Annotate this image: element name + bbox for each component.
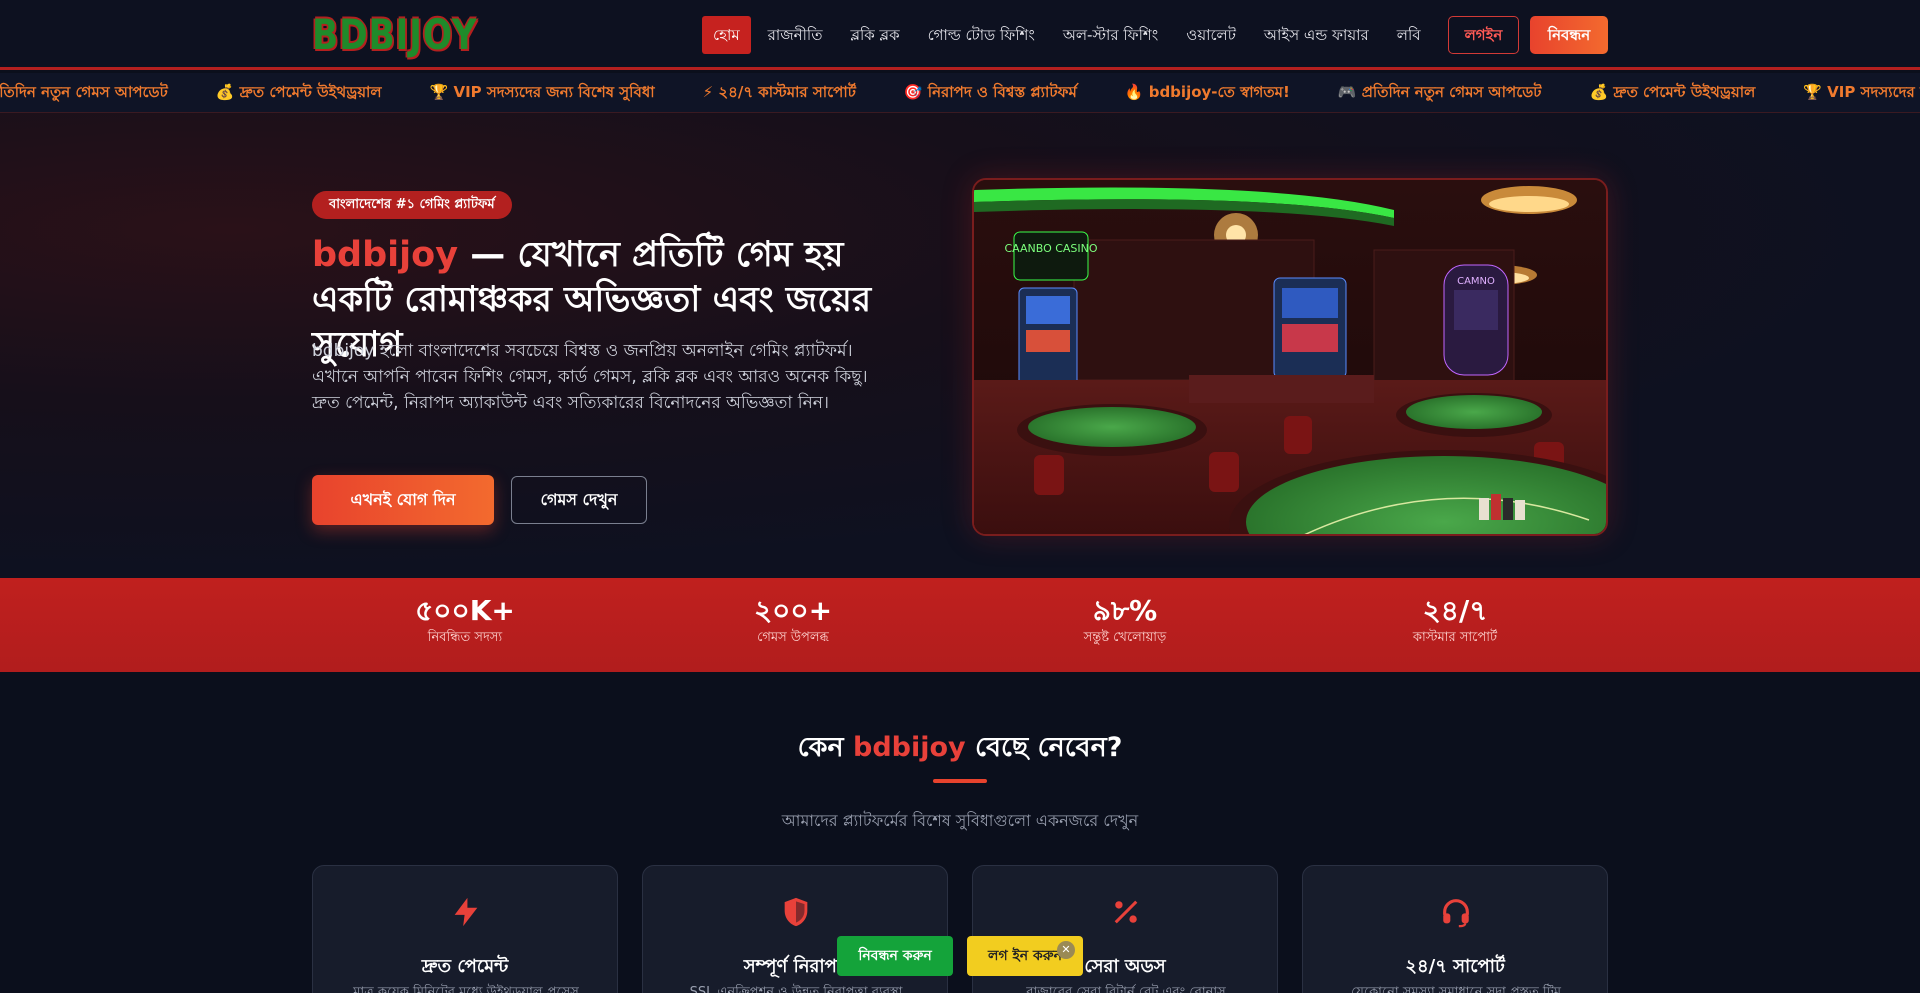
feature-card-support: ২৪/৭ সাপোর্ট যেকোনো সমস্যা সমাধানে সদা প… bbox=[1302, 865, 1608, 993]
nav-item-home[interactable]: হোম bbox=[702, 16, 751, 54]
stat-label: সন্তুষ্ট খেলোয়াড় bbox=[1083, 630, 1167, 645]
feature-card-desc: বাজারের সেরা রিটার্ন রেট এবং বোনাস bbox=[1026, 985, 1226, 993]
feature-card-desc: যেকোনো সমস্যা সমাধানে সদা প্রস্তুত টিম bbox=[1351, 985, 1561, 993]
sign-text-2: CAMNO bbox=[1457, 276, 1495, 287]
nav-item-ice-and-fire[interactable]: আইস এন্ড ফায়ার bbox=[1253, 16, 1380, 54]
announcement-ticker: প্রতিদিন নতুন গেমস আপডেট 💰 দ্রুত পেমেন্ট… bbox=[0, 73, 1920, 113]
nav-item-lobby[interactable]: লবি bbox=[1386, 16, 1432, 54]
feature-card-title: দ্রুত পেমেন্ট bbox=[421, 956, 509, 977]
ticker-item: প্রতিদিন নতুন গেমস আপডেট bbox=[0, 82, 168, 101]
site-header: BDBIJOY হোম রাজনীতি ব্লকি ব্লক গোল্ড টোড… bbox=[0, 0, 1920, 70]
nav-item-wallet[interactable]: ওয়ালেট bbox=[1175, 16, 1247, 54]
ticker-item: 🔥 bdbijoy-তে স্বাগতম! bbox=[1124, 82, 1290, 101]
stat-members: ৫০০K+ নিবন্ধিত সদস্য bbox=[315, 578, 615, 648]
feature-card-desc: SSL এনক্রিপশন ও উন্নত নিরাপত্তা ব্যবস্থা bbox=[689, 985, 903, 993]
floating-register-button[interactable]: নিবন্ধন করুন bbox=[837, 936, 953, 976]
stats-band: ৫০০K+ নিবন্ধিত সদস্য ২০০+ গেমস উপলব্ধ ৯৮… bbox=[0, 578, 1920, 672]
main-nav: হোম রাজনীতি ব্লকি ব্লক গোল্ড টোড ফিশিং অ… bbox=[702, 16, 1438, 54]
ticker-item: ⚡ ২৪/৭ কাস্টমার সাপোর্ট bbox=[702, 82, 856, 101]
stat-games: ২০০+ গেমস উপলব্ধ bbox=[643, 578, 943, 648]
ticker-item: 💰 দ্রুত পেমেন্ট উইথড্রয়াল bbox=[1589, 82, 1756, 101]
login-button[interactable]: লগইন bbox=[1448, 16, 1519, 54]
hero-section: বাংলাদেশের #১ গেমিং প্ল্যাটফর্ম bdbijoy … bbox=[0, 113, 1920, 578]
casino-illustration: CAANBO CASINO CAMNO bbox=[974, 180, 1606, 534]
headset-icon bbox=[1443, 899, 1469, 928]
ticker-item: 💰 দ্রুত পেমেন্ট উইথড্রয়াল bbox=[215, 82, 382, 101]
feature-card-fast-payment: দ্রুত পেমেন্ট মাত্র কয়েক মিনিটের মধ্যে … bbox=[312, 865, 618, 993]
feature-card-desc: মাত্র কয়েক মিনিটের মধ্যে উইথড্রয়াল প্র… bbox=[353, 985, 579, 993]
features-title-prefix: কেন bbox=[797, 732, 853, 763]
features-subtitle: আমাদের প্ল্যাটফর্মের বিশেষ সুবিধাগুলো এক… bbox=[781, 811, 1139, 830]
stat-value: ২৪/৭ bbox=[1422, 594, 1488, 627]
ticker-item: 🏆 VIP সদস্যদের জন্য বিশেষ সুবিধা bbox=[429, 82, 655, 101]
stat-satisfied: ৯৮% সন্তুষ্ট খেলোয়াড় bbox=[975, 578, 1275, 648]
stat-value: ২০০+ bbox=[753, 594, 833, 627]
features-title: কেন bdbijoy বেছে নেবেন? bbox=[0, 730, 1920, 766]
stat-value: ৯৮% bbox=[1092, 594, 1158, 627]
hero-title-brand: bdbijoy bbox=[312, 235, 459, 275]
feature-card-title: ২৪/৭ সাপোর্ট bbox=[1405, 956, 1505, 977]
stat-label: নিবন্ধিত সদস্য bbox=[427, 630, 503, 645]
site-logo[interactable]: BDBIJOY bbox=[312, 12, 477, 58]
register-button[interactable]: নিবন্ধন bbox=[1530, 16, 1608, 54]
features-title-brand: bdbijoy bbox=[853, 732, 966, 763]
stat-label: গেমস উপলব্ধ bbox=[757, 630, 829, 645]
hero-description: bdbijoy হলো বাংলাদেশের সবচেয়ে বিশ্বস্ত … bbox=[312, 341, 868, 413]
casino-hero-image: CAANBO CASINO CAMNO bbox=[972, 178, 1608, 536]
title-underline bbox=[933, 779, 987, 783]
nav-item-politics[interactable]: রাজনীতি bbox=[757, 16, 834, 54]
sign-text-1: CAANBO CASINO bbox=[1004, 242, 1097, 255]
stat-support: ২৪/৭ কাস্টমার সাপোর্ট bbox=[1305, 578, 1605, 648]
join-now-button[interactable]: এখনই যোগ দিন bbox=[312, 475, 494, 525]
stat-label: কাস্টমার সাপোর্ট bbox=[1412, 630, 1498, 645]
view-games-button[interactable]: গেমস দেখুন bbox=[511, 476, 647, 524]
nav-item-gold-toad-fishing[interactable]: গোল্ড টোড ফিশিং bbox=[917, 16, 1046, 54]
close-icon[interactable]: ✕ bbox=[1057, 941, 1075, 959]
ticker-track: প্রতিদিন নতুন গেমস আপডেট 💰 দ্রুত পেমেন্ট… bbox=[0, 73, 1920, 112]
ticker-item: 🏆 VIP সদস্যদের জন্য বিশেষ সুবিধা bbox=[1803, 82, 1920, 101]
hero-badge: বাংলাদেশের #১ গেমিং প্ল্যাটফর্ম bbox=[312, 191, 512, 219]
nav-item-blocky-block[interactable]: ব্লকি ব্লক bbox=[839, 16, 910, 54]
nav-item-all-star-fishing[interactable]: অল-স্টার ফিশিং bbox=[1052, 16, 1169, 54]
stat-value: ৫০০K+ bbox=[415, 594, 515, 627]
lightning-icon bbox=[454, 897, 478, 927]
ticker-item: 🎮 প্রতিদিন নতুন গেমস আপডেট bbox=[1337, 82, 1542, 101]
ticker-item: 🎯 নিরাপদ ও বিশ্বস্ত প্ল্যাটফর্ম bbox=[903, 82, 1077, 101]
features-title-suffix: বেছে নেবেন? bbox=[965, 732, 1123, 763]
percent-icon bbox=[1114, 900, 1138, 924]
shield-icon bbox=[784, 897, 808, 927]
